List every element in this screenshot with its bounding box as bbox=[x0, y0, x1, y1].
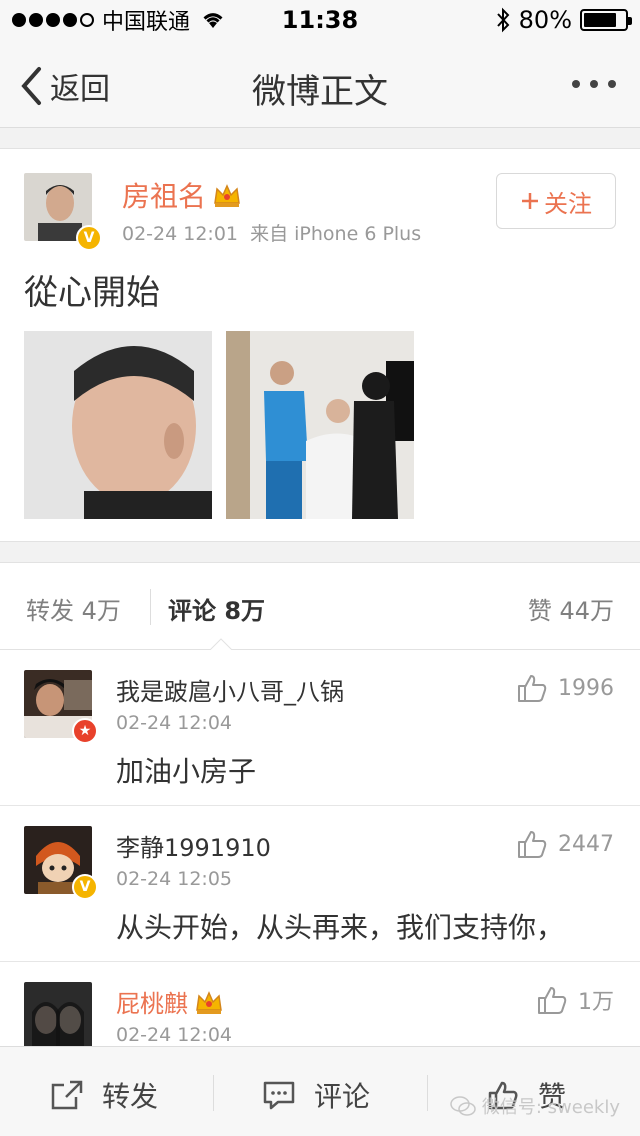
thumbs-up-icon bbox=[538, 987, 567, 1014]
vip-crown-icon bbox=[214, 184, 240, 207]
commenter-avatar[interactable] bbox=[24, 982, 92, 1050]
page-title: 微博正文 bbox=[252, 72, 388, 112]
commenter-name[interactable]: 我是跛扈小八哥_八锅 bbox=[116, 672, 344, 707]
comment-like-button[interactable]: 1996 bbox=[516, 672, 614, 704]
battery-icon bbox=[580, 9, 632, 31]
comment-text: 从头开始，从头再来，我们支持你， bbox=[116, 911, 565, 944]
status-bar: 中国联通 11:38 80% bbox=[0, 0, 640, 40]
post-image[interactable] bbox=[226, 331, 414, 519]
comment-bubble-icon bbox=[263, 1081, 295, 1110]
comment-like-button[interactable]: 2447 bbox=[516, 828, 614, 860]
author-name[interactable]: 房祖名 bbox=[122, 175, 242, 215]
wechat-logo-icon bbox=[450, 1096, 476, 1116]
share-arrow-icon bbox=[51, 1080, 83, 1110]
post-meta: 02-24 12:01 来自 iPhone 6 Plus bbox=[122, 219, 421, 246]
comment-time: 02-24 12:04 bbox=[116, 712, 233, 734]
bluetooth-icon bbox=[496, 7, 510, 33]
wechat-watermark: 微信号: sweekly bbox=[450, 1093, 620, 1119]
repost-button[interactable]: 转发 bbox=[50, 1075, 158, 1115]
comment-time: 02-24 12:04 bbox=[116, 1024, 233, 1046]
tab-divider bbox=[150, 589, 151, 625]
comment-item: V 李静1991910 02-24 12:05 从头开始，从头再来，我们支持你，… bbox=[0, 806, 640, 962]
post-source: 来自 iPhone 6 Plus bbox=[250, 223, 422, 245]
post-text: 從心開始 bbox=[24, 273, 160, 313]
comment-like-count: 1万 bbox=[578, 990, 614, 1015]
thumbs-up-icon bbox=[518, 831, 547, 858]
tab-repost[interactable]: 转发 4万 bbox=[26, 591, 121, 626]
thumbs-up-icon bbox=[518, 675, 547, 702]
comment-text: 加油小房子 bbox=[116, 755, 257, 788]
more-dots-icon[interactable] bbox=[572, 80, 616, 88]
comment-like-button[interactable]: 1万 bbox=[536, 984, 614, 1016]
comment-item: ★ 我是跛扈小八哥_八锅 02-24 12:04 加油小房子 1996 bbox=[0, 650, 640, 806]
tab-likes[interactable]: 赞 44万 bbox=[528, 591, 614, 626]
vip-crown-icon bbox=[196, 990, 222, 1014]
active-tab-indicator bbox=[210, 638, 232, 650]
commenter-name[interactable]: 李静1991910 bbox=[116, 828, 271, 863]
weibo-post: V 房祖名 02-24 12:01 来自 iPhone 6 Plus 关注 從心… bbox=[0, 148, 640, 542]
toolbar-divider bbox=[213, 1075, 214, 1111]
comment-like-count: 1996 bbox=[558, 675, 614, 701]
verified-badge-icon: V bbox=[72, 874, 98, 900]
post-image[interactable] bbox=[24, 331, 212, 519]
verified-badge-icon: V bbox=[76, 225, 102, 251]
navigation-bar: 返回 微博正文 bbox=[0, 40, 640, 128]
follow-button[interactable]: 关注 bbox=[496, 173, 616, 229]
commenter-name[interactable]: 屁桃麒 bbox=[116, 984, 224, 1019]
comment-time: 02-24 12:05 bbox=[116, 868, 233, 890]
star-badge-icon: ★ bbox=[72, 718, 98, 744]
bottom-toolbar: 转发 评论 赞 微信号: sweekly bbox=[0, 1046, 640, 1136]
tab-comments[interactable]: 评论 8万 bbox=[168, 591, 265, 626]
post-timestamp: 02-24 12:01 bbox=[122, 223, 239, 245]
interaction-tabs: 转发 4万 评论 8万 赞 44万 bbox=[0, 562, 640, 650]
battery-percentage: 80% bbox=[518, 6, 572, 34]
comment-list: ★ 我是跛扈小八哥_八锅 02-24 12:04 加油小房子 1996 V 李静… bbox=[0, 650, 640, 1060]
toolbar-divider bbox=[427, 1075, 428, 1111]
plus-icon bbox=[522, 193, 538, 209]
comment-button[interactable]: 评论 bbox=[262, 1075, 370, 1115]
comment-like-count: 2447 bbox=[558, 831, 614, 857]
